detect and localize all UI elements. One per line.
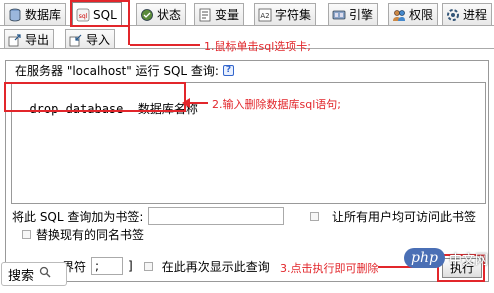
annotation-step-2: 2.输入删除数据库sql语句; [212, 98, 341, 111]
tab-import[interactable]: 导入 [65, 29, 116, 49]
replace-bookmark-checkbox[interactable] [22, 230, 31, 239]
tab-charset[interactable]: A2 字符集 [254, 3, 317, 25]
show-again-label: 在此再次显示此查询 [161, 259, 270, 274]
tab-import-label: 导入 [86, 33, 111, 47]
search-label: 搜索 [8, 268, 35, 284]
search-overlay-box[interactable]: 搜索 [1, 262, 67, 286]
charset-icon: A2 [258, 8, 272, 22]
query-legend: 在服务器 "localhost" 运行 SQL 查询: ? [13, 62, 236, 79]
tab-variables-label: 变量 [215, 8, 240, 22]
delimiter-row: 界符 ; ] 在此再次显示此查询 [62, 257, 270, 275]
bookmark-row: 将此 SQL 查询加为书签: [12, 207, 285, 225]
import-icon [69, 33, 83, 47]
public-bookmark-label: 让所有用户均可访问此书签 [332, 210, 477, 224]
replace-bookmark-row: 替换现有的同名书签 [22, 226, 144, 243]
export-icon [8, 33, 22, 47]
bookmark-label: 将此 SQL 查询加为书签: [12, 209, 144, 224]
tab-status[interactable]: 状态 [136, 3, 187, 25]
delimiter-bracket: ] [128, 259, 133, 273]
privileges-icon [392, 8, 406, 22]
annotation-step-1: 1.鼠标单击sql选项卡; [204, 40, 311, 53]
show-again-checkbox[interactable] [143, 261, 153, 271]
status-icon [140, 8, 154, 22]
tab-engine[interactable]: 引擎 [328, 3, 379, 25]
query-legend-text: 在服务器 "localhost" 运行 SQL 查询: [15, 64, 219, 78]
php-logo: php [404, 248, 445, 268]
annotation-line-1b [130, 44, 200, 46]
svg-text:A2: A2 [260, 12, 269, 20]
delimiter-input[interactable]: ; [91, 257, 124, 275]
help-icon[interactable]: ? [222, 65, 234, 76]
tab-export-label: 导出 [25, 33, 50, 47]
tab-privileges[interactable]: 权限 [388, 3, 439, 25]
public-bookmark-checkbox[interactable] [310, 212, 319, 221]
tab-privileges-label: 权限 [409, 8, 434, 22]
sql-text-highlight [4, 82, 186, 112]
variables-icon [198, 8, 212, 22]
tab-database-label: 数据库 [25, 8, 62, 22]
annotation-line-1a [128, 25, 130, 45]
tab-database[interactable]: 数据库 [4, 3, 67, 25]
site-watermark: php 中文网 [404, 248, 488, 268]
engine-icon [332, 8, 346, 22]
watermark-text: 中文网 [448, 252, 488, 268]
tab-processes[interactable]: 进程 [442, 3, 493, 25]
tab-engine-label: 引擎 [349, 8, 374, 22]
tab-processes-label: 进程 [463, 8, 488, 22]
tab-variables[interactable]: 变量 [194, 3, 245, 25]
sql-tab-highlight [70, 0, 130, 27]
public-bookmark-row: 让所有用户均可访问此书签 [310, 208, 476, 225]
processes-icon [446, 8, 460, 22]
annotation-arrow-2 [182, 98, 190, 108]
bookmark-input[interactable] [148, 207, 285, 225]
tab-charset-label: 字符集 [275, 8, 312, 22]
search-icon [39, 266, 51, 282]
tab-export[interactable]: 导出 [4, 29, 55, 49]
annotation-step-3: 3.点击执行即可删除 [280, 262, 379, 275]
database-icon [8, 8, 22, 22]
replace-bookmark-label: 替换现有的同名书签 [36, 228, 145, 242]
tab-status-label: 状态 [157, 8, 182, 22]
